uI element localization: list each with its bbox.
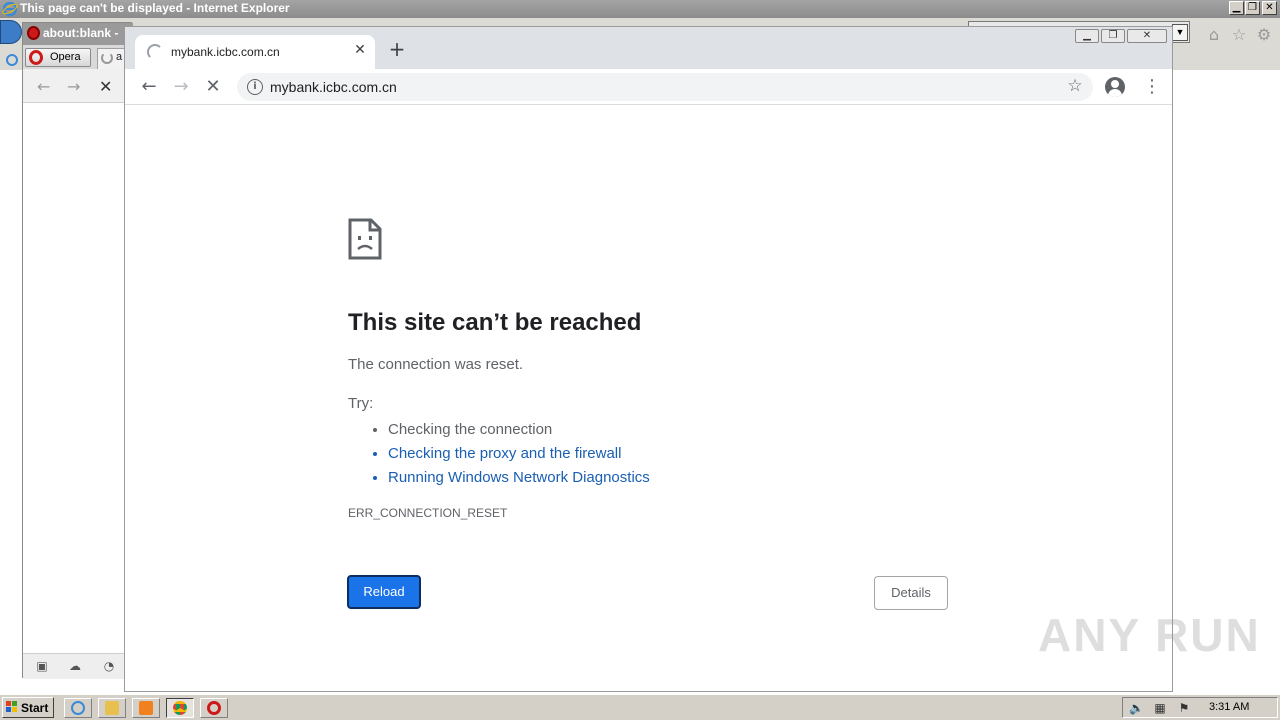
taskbar-chrome-button[interactable] (166, 698, 194, 718)
chrome-active-tab[interactable]: mybank.icbc.com.cn ✕ (135, 35, 375, 69)
system-tray: 🔈 ▦ ⚑ 3:31 AM (1122, 697, 1278, 718)
stop-loading-icon[interactable]: ✕ (201, 75, 225, 99)
chrome-close-button[interactable]: ✕ (1127, 29, 1167, 43)
volume-icon[interactable]: 🔈 (1129, 701, 1144, 715)
opera-tab-title: a (116, 51, 123, 63)
error-message: The connection was reset. (348, 356, 524, 373)
suggestion-check-connection: Checking the connection (388, 418, 770, 442)
network-icon[interactable]: ▦ (1153, 701, 1167, 715)
speed-dial-icon[interactable]: ◔ (102, 660, 116, 672)
opera-tab-strip: Opera a (23, 45, 133, 69)
error-heading: This site can’t be reached (348, 309, 642, 336)
back-arrow-icon[interactable]: ← (137, 75, 161, 99)
action-center-flag-icon[interactable]: ⚑ (1177, 701, 1191, 715)
chrome-icon (173, 701, 187, 715)
panel-toggle-icon[interactable]: ▣ (35, 660, 49, 672)
ie-restore-button[interactable]: ❐ (1245, 1, 1260, 15)
suggestion-list: Checking the connection Checking the pro… (370, 418, 770, 490)
opera-menu-label: Opera (50, 51, 81, 63)
forward-arrow-icon[interactable]: → (67, 77, 80, 96)
chevron-down-icon[interactable]: ▼ (1172, 24, 1188, 41)
taskbar-explorer-button[interactable] (98, 698, 126, 718)
profile-avatar-icon[interactable] (1105, 77, 1125, 97)
try-label: Try: (348, 395, 374, 412)
home-icon[interactable]: ⌂ (1205, 26, 1223, 44)
chrome-tab-strip: mybank.icbc.com.cn ✕ + ▁ ❐ ✕ (125, 27, 1172, 69)
start-button[interactable]: Start (2, 697, 54, 718)
gear-icon[interactable]: ⚙ (1255, 26, 1273, 44)
internet-explorer-icon (71, 701, 85, 715)
chrome-toolbar: ← → ✕ i mybank.icbc.com.cn ☆ ⋮ (125, 69, 1172, 105)
opera-logo-icon (27, 26, 40, 40)
back-arrow-icon[interactable]: ← (37, 77, 50, 96)
internet-explorer-icon (2, 1, 18, 17)
url-text[interactable]: mybank.icbc.com.cn (270, 79, 397, 95)
opera-window: about:blank - Opera a ← → ✕ ▣ ☁ ◔ (22, 22, 133, 679)
cloud-icon[interactable]: ☁ (68, 660, 82, 672)
opera-menu-button[interactable]: Opera (25, 48, 91, 67)
windows-logo-icon (6, 701, 17, 712)
opera-status-bar: ▣ ☁ ◔ (23, 653, 133, 679)
bookmark-star-icon[interactable]: ☆ (1065, 76, 1085, 96)
opera-icon (207, 701, 221, 715)
loading-spinner-icon (147, 44, 163, 60)
chrome-minimize-button[interactable]: ▁ (1075, 29, 1099, 43)
taskbar: Start 🔈 ▦ ⚑ 3:31 AM (0, 694, 1280, 720)
details-button[interactable]: Details (874, 576, 948, 610)
taskbar-media-player-button[interactable] (132, 698, 160, 718)
ie-close-button[interactable]: ✕ (1262, 1, 1277, 15)
suggestion-proxy-firewall-link[interactable]: Checking the proxy and the firewall (388, 442, 770, 466)
kebab-menu-icon[interactable]: ⋮ (1143, 77, 1161, 97)
opera-o-icon (29, 50, 43, 65)
start-label: Start (21, 701, 49, 715)
reload-button[interactable]: Reload (347, 575, 421, 609)
taskbar-ie-button[interactable] (64, 698, 92, 718)
error-page: This site can’t be reached The connectio… (125, 106, 1172, 691)
avatar-body (1108, 89, 1122, 97)
ie-minimize-button[interactable]: ▁ (1229, 1, 1244, 15)
anyrun-watermark: ANY RUN (1038, 609, 1261, 661)
ie-window-title: This page can't be displayed - Internet … (20, 1, 290, 15)
opera-title-bar: about:blank - (23, 23, 133, 45)
loading-spinner-icon (101, 52, 113, 64)
ie-page-icon (6, 54, 18, 66)
clock[interactable]: 3:31 AM (1209, 701, 1249, 713)
avatar-head (1111, 80, 1119, 88)
media-player-icon (139, 701, 153, 715)
address-bar[interactable]: i mybank.icbc.com.cn ☆ (237, 73, 1093, 101)
sad-page-icon (348, 218, 382, 260)
taskbar-opera-button[interactable] (200, 698, 228, 718)
info-icon[interactable]: i (247, 79, 263, 95)
chrome-window: mybank.icbc.com.cn ✕ + ▁ ❐ ✕ ← → ✕ i myb… (124, 26, 1173, 692)
opera-window-title: about:blank - (43, 26, 119, 40)
opera-nav-bar: ← → ✕ (23, 69, 133, 103)
ie-title-bar: This page can't be displayed - Internet … (0, 0, 1280, 18)
tab-title: mybank.icbc.com.cn (171, 45, 280, 59)
new-tab-button[interactable]: + (387, 39, 407, 59)
error-code: ERR_CONNECTION_RESET (348, 506, 508, 520)
favorites-star-icon[interactable]: ☆ (1230, 26, 1248, 44)
close-tab-icon[interactable]: ✕ (351, 41, 369, 59)
stop-icon[interactable]: ✕ (99, 77, 112, 96)
chrome-restore-button[interactable]: ❐ (1101, 29, 1125, 43)
forward-arrow-icon[interactable]: → (169, 75, 193, 99)
suggestion-network-diagnostics-link[interactable]: Running Windows Network Diagnostics (388, 466, 770, 490)
folder-icon (105, 701, 119, 715)
